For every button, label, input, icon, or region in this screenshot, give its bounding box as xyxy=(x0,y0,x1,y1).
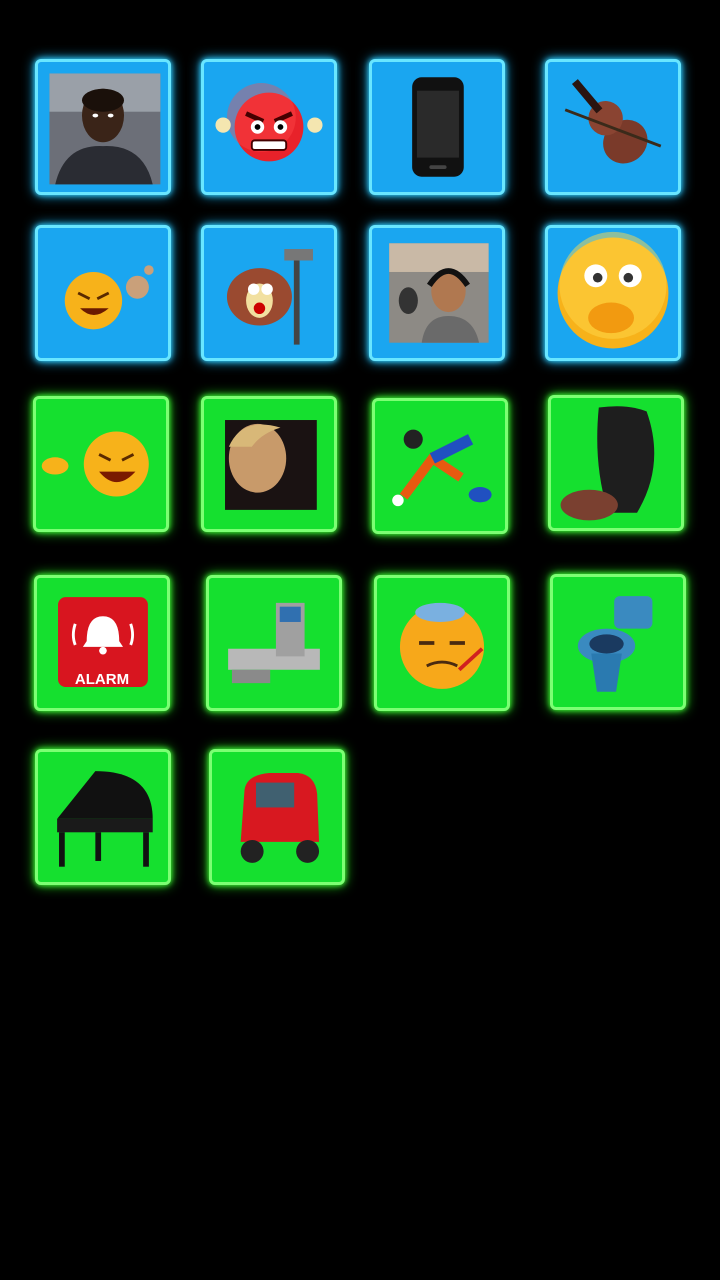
hand-holding-object-icon xyxy=(560,406,655,521)
self-checkout-machine-icon xyxy=(228,602,320,684)
cartoon-dog-falling-icon xyxy=(392,429,492,507)
red-microcar-icon xyxy=(240,773,320,863)
laughing-pointing-emoji-icon xyxy=(41,431,149,497)
man-with-headphones-icon xyxy=(389,243,489,343)
sound-button-piano[interactable] xyxy=(35,749,171,885)
sound-button-coyote-hammer[interactable] xyxy=(201,225,337,361)
alarm-label: ALARM xyxy=(74,671,130,688)
angry-face-icon xyxy=(215,83,323,162)
sound-button-checkout[interactable] xyxy=(206,575,342,711)
sound-button-alarm[interactable]: ALARM xyxy=(34,575,170,711)
sound-button-goofy-falling[interactable] xyxy=(372,398,508,534)
person-portrait-icon xyxy=(225,420,317,510)
man-portrait-icon xyxy=(49,73,161,185)
violin-icon xyxy=(564,79,662,164)
laughing-fart-emoji-icon xyxy=(64,265,154,330)
sound-button-phone[interactable] xyxy=(369,59,505,195)
cartoon-coyote-hammer-icon xyxy=(226,249,313,345)
sound-button-hand-object[interactable] xyxy=(548,395,684,531)
sound-button-violin[interactable] xyxy=(545,59,681,195)
sound-button-man-talking[interactable] xyxy=(35,59,171,195)
alarm-bell-icon xyxy=(58,597,148,687)
sound-button-radio-host[interactable] xyxy=(369,225,505,361)
sound-button-toilet[interactable] xyxy=(550,574,686,710)
sound-button-laughing-pointing[interactable] xyxy=(33,396,169,532)
sick-thermometer-emoji-icon xyxy=(399,602,485,689)
sound-button-shocked-emoji[interactable] xyxy=(545,225,681,361)
mobile-phone-icon xyxy=(412,77,464,177)
surprised-hand-mouth-emoji-icon xyxy=(557,231,669,349)
sound-button-fart-emoji[interactable] xyxy=(35,225,171,361)
sound-button-blonde-person[interactable] xyxy=(201,396,337,532)
sound-button-sick-emoji[interactable] xyxy=(374,575,510,711)
sound-button-mini-car[interactable] xyxy=(209,749,345,885)
grand-piano-icon xyxy=(57,771,153,867)
toilet-icon xyxy=(577,596,653,692)
sound-button-angry-emoji[interactable] xyxy=(201,59,337,195)
